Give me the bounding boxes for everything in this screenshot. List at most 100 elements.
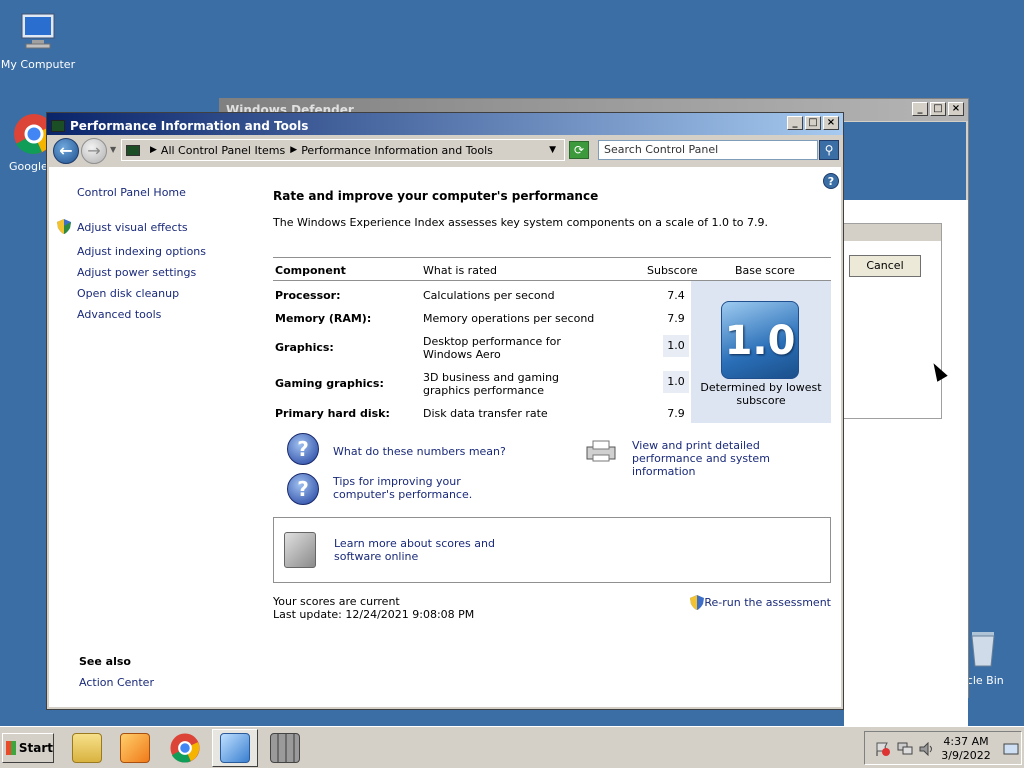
navigation-bar: ← → ▼ ▶ All Control Panel Items ▶ Perfor… xyxy=(47,135,843,165)
taskbar-windows-defender[interactable] xyxy=(262,729,308,767)
table-row: Processor: Calculations per second 7.4 xyxy=(273,289,691,307)
score-table: Component What is rated Subscore Base sc… xyxy=(273,257,831,423)
volume-icon[interactable] xyxy=(919,742,935,756)
subscore: 7.9 xyxy=(667,312,685,325)
sidebar: Control Panel Home Adjust visual effects… xyxy=(49,167,254,707)
minimize-button[interactable]: _ xyxy=(912,102,928,116)
clock[interactable]: 4:37 AM 3/9/2022 xyxy=(941,735,991,763)
tips-improving-performance-link[interactable]: Tips for improving your computer's perfo… xyxy=(333,475,513,501)
action-center-flag-icon[interactable] xyxy=(875,742,891,756)
what-is-rated: 3D business and gaming graphics performa… xyxy=(423,371,560,397)
sidebar-adjust-indexing-options[interactable]: Adjust indexing options xyxy=(77,245,206,258)
subscore: 7.9 xyxy=(667,407,685,420)
learn-more-box: Learn more about scores and software onl… xyxy=(273,517,831,583)
media-player-icon xyxy=(120,733,150,763)
see-also-heading: See also xyxy=(79,655,131,668)
window-title: Performance Information and Tools xyxy=(70,119,309,133)
taskbar-chrome[interactable] xyxy=(162,729,208,767)
sidebar-control-panel-home[interactable]: Control Panel Home xyxy=(77,186,186,199)
cancel-button[interactable]: Cancel xyxy=(849,255,921,277)
content-area: ? Control Panel Home Adjust visual effec… xyxy=(49,167,841,707)
refresh-button[interactable]: ⟳ xyxy=(569,141,589,159)
component-name: Primary hard disk: xyxy=(275,407,390,420)
column-header-subscore: Subscore xyxy=(647,264,698,277)
rerun-assessment-label: Re-run the assessment xyxy=(704,596,831,609)
close-button[interactable]: × xyxy=(948,102,964,116)
view-print-details-link[interactable]: View and print detailed performance and … xyxy=(632,439,832,478)
score-status: Your scores are current Last update: 12/… xyxy=(273,595,474,621)
search-icon[interactable]: ⚲ xyxy=(819,140,839,160)
breadcrumb-separator[interactable]: ▶ xyxy=(150,145,157,155)
component-name: Processor: xyxy=(275,289,341,302)
control-panel-icon xyxy=(126,144,140,156)
system-tray: 4:37 AM 3/9/2022 xyxy=(864,731,1022,765)
search-input[interactable]: Search Control Panel xyxy=(598,140,818,160)
forward-button[interactable]: → xyxy=(81,138,107,164)
taskbar-control-panel[interactable] xyxy=(212,729,258,767)
what-do-numbers-mean-link[interactable]: What do these numbers mean? xyxy=(333,445,506,458)
main-panel: Rate and improve your computer's perform… xyxy=(271,167,831,707)
breadcrumb-current[interactable]: Performance Information and Tools xyxy=(301,144,493,157)
sidebar-advanced-tools[interactable]: Advanced tools xyxy=(77,308,161,321)
performance-window[interactable]: Performance Information and Tools _ □ × … xyxy=(46,112,844,710)
printer-icon xyxy=(586,440,616,462)
breadcrumb-separator[interactable]: ▶ xyxy=(290,145,297,155)
sidebar-action-center[interactable]: Action Center xyxy=(79,676,154,689)
folder-icon xyxy=(72,733,102,763)
close-button[interactable]: × xyxy=(823,116,839,130)
computer-icon xyxy=(16,10,60,54)
component-name: Graphics: xyxy=(275,341,334,354)
software-box-icon xyxy=(284,532,316,568)
what-is-rated: Desktop performance for Windows Aero xyxy=(423,335,561,361)
subscore: 1.0 xyxy=(663,371,689,393)
help-question-icon: ? xyxy=(287,433,319,465)
maximize-button[interactable]: □ xyxy=(930,102,946,116)
network-icon[interactable] xyxy=(897,742,913,756)
maximize-button[interactable]: □ xyxy=(805,116,821,130)
control-panel-icon xyxy=(220,733,250,763)
sidebar-adjust-power-settings[interactable]: Adjust power settings xyxy=(77,266,196,279)
help-question-icon: ? xyxy=(287,473,319,505)
taskbar-media-player[interactable] xyxy=(112,729,158,767)
rerun-assessment-link[interactable]: Re-run the assessment xyxy=(690,595,831,610)
windows-logo-icon xyxy=(6,741,16,755)
component-name: Memory (RAM): xyxy=(275,312,372,325)
table-row: Graphics: Desktop performance for Window… xyxy=(273,335,691,363)
back-button[interactable]: ← xyxy=(53,138,79,164)
start-button[interactable]: Start xyxy=(2,733,54,763)
subscore: 7.4 xyxy=(667,289,685,302)
recent-pages-dropdown[interactable]: ▼ xyxy=(110,145,116,154)
subscore: 1.0 xyxy=(663,335,689,357)
uac-shield-icon xyxy=(57,219,71,234)
column-header-component: Component xyxy=(275,264,346,277)
column-header-what-is-rated: What is rated xyxy=(423,264,498,277)
desktop-icon-my-computer[interactable]: My Computer xyxy=(0,10,76,71)
minimize-button[interactable]: _ xyxy=(787,116,803,130)
background-window-banner xyxy=(844,122,966,200)
page-title: Rate and improve your computer's perform… xyxy=(273,189,599,203)
uac-shield-icon xyxy=(690,595,705,610)
table-header: Component What is rated Subscore Base sc… xyxy=(273,257,831,281)
sidebar-adjust-visual-effects[interactable]: Adjust visual effects xyxy=(77,221,188,234)
clock-date: 3/9/2022 xyxy=(941,749,991,762)
address-bar[interactable]: ▶ All Control Panel Items ▶ Performance … xyxy=(121,139,565,161)
background-window-dialog-header xyxy=(844,223,942,241)
taskbar-explorer[interactable] xyxy=(64,729,110,767)
last-update-text: Last update: 12/24/2021 9:08:08 PM xyxy=(273,608,475,621)
what-is-rated: Calculations per second xyxy=(423,289,555,302)
learn-more-scores-link[interactable]: Learn more about scores and software onl… xyxy=(334,537,534,563)
base-score-cell: 1.0 Determined by lowest subscore xyxy=(691,281,831,423)
desktop-icon-label: My Computer xyxy=(0,58,76,71)
table-row: Memory (RAM): Memory operations per seco… xyxy=(273,312,691,330)
start-label: Start xyxy=(18,741,53,755)
defender-icon xyxy=(270,733,300,763)
window-titlebar[interactable]: Performance Information and Tools _ □ × xyxy=(47,113,843,135)
address-dropdown-icon[interactable]: ▼ xyxy=(549,145,556,155)
sidebar-open-disk-cleanup[interactable]: Open disk cleanup xyxy=(77,287,179,300)
clock-time: 4:37 AM xyxy=(943,735,989,748)
breadcrumb-all-items[interactable]: All Control Panel Items xyxy=(161,144,285,157)
column-header-base-score: Base score xyxy=(735,264,795,277)
page-description: The Windows Experience Index assesses ke… xyxy=(273,216,768,229)
what-is-rated: Memory operations per second xyxy=(423,312,595,325)
show-desktop-icon[interactable] xyxy=(1003,742,1019,756)
